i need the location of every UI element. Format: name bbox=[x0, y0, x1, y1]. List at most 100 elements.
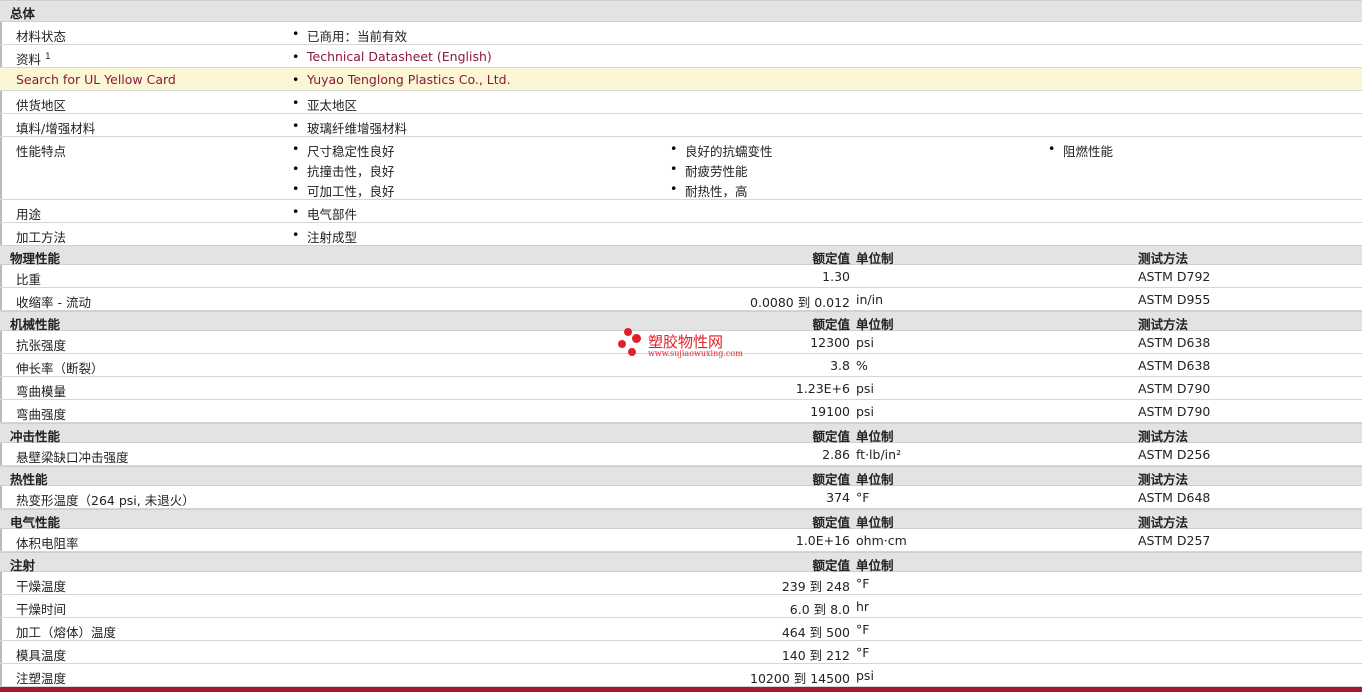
row-value: 3.8 bbox=[830, 358, 850, 373]
row-label: 干燥温度 bbox=[16, 579, 67, 594]
row-label: 悬壁梁缺口冲击强度 bbox=[16, 450, 129, 465]
row-unit: hr bbox=[856, 599, 870, 614]
row-value: 239 到 248 bbox=[781, 579, 850, 594]
row-label: 材料状态 bbox=[16, 29, 67, 44]
table-row: 模具温度 140 到 212 °F bbox=[0, 641, 1362, 664]
row-label: 填料/增强材料 bbox=[16, 121, 96, 136]
table-row: 收缩率 - 流动 0.0080 到 0.012 in/in ASTM D955 bbox=[0, 288, 1362, 311]
row-value: 464 到 500 bbox=[781, 625, 850, 640]
row-value: 电气部件 bbox=[292, 204, 357, 223]
row-label: 注塑温度 bbox=[16, 671, 67, 686]
section-impact: 冲击性能 额定值 单位制 测试方法 bbox=[0, 423, 1362, 444]
row-value: 374 bbox=[826, 490, 850, 505]
row-test-method: ASTM D638 bbox=[1138, 335, 1211, 350]
table-row: 弯曲强度 19100 psi ASTM D790 bbox=[0, 400, 1362, 423]
feature-item: 耐热性，高 bbox=[670, 181, 747, 200]
row-material-status: 材料状态 已商用：当前有效 bbox=[0, 22, 1362, 45]
row-value: 6.0 到 8.0 bbox=[789, 602, 850, 617]
row-label: 弯曲强度 bbox=[16, 407, 67, 422]
row-uses: 用途 电气部件 bbox=[0, 200, 1362, 223]
row-label: 体积电阻率 bbox=[16, 536, 79, 551]
row-value: 注射成型 bbox=[292, 227, 357, 246]
table-row: 热变形温度（264 psi, 未退火） 374 °F ASTM D648 bbox=[0, 486, 1362, 509]
row-test-method: ASTM D256 bbox=[1138, 447, 1211, 462]
ul-yellow-card-link[interactable]: Search for UL Yellow Card bbox=[16, 72, 176, 87]
row-unit: ft·lb/in² bbox=[856, 447, 902, 462]
row-unit: °F bbox=[856, 645, 870, 660]
row-label: 伸长率（断裂） bbox=[16, 361, 104, 376]
row-label: 性能特点 bbox=[16, 144, 67, 159]
row-documents: 资料 1 Technical Datasheet (English) bbox=[0, 45, 1362, 68]
row-value: 1.0E+16 bbox=[795, 533, 850, 548]
row-value: 1.30 bbox=[822, 269, 850, 284]
row-unit: in/in bbox=[856, 292, 884, 307]
row-value: 亚太地区 bbox=[292, 95, 357, 114]
row-value: 10200 到 14500 bbox=[750, 671, 850, 686]
row-label: 资料 1 bbox=[16, 51, 51, 67]
row-label: 抗张强度 bbox=[16, 338, 67, 353]
row-test-method: ASTM D790 bbox=[1138, 404, 1211, 419]
row-label: 加工（熔体）温度 bbox=[16, 625, 117, 640]
row-unit: °F bbox=[856, 622, 870, 637]
row-unit: % bbox=[856, 358, 868, 373]
row-test-method: ASTM D955 bbox=[1138, 292, 1211, 307]
row-unit: °F bbox=[856, 576, 870, 591]
section-general: 总体 bbox=[0, 0, 1362, 22]
row-unit: °F bbox=[856, 490, 870, 505]
row-process: 加工方法 注射成型 bbox=[0, 223, 1362, 245]
row-test-method: ASTM D648 bbox=[1138, 490, 1211, 505]
row-test-method: ASTM D257 bbox=[1138, 533, 1211, 548]
feature-item: 抗撞击性，良好 bbox=[292, 161, 394, 180]
row-unit: ohm·cm bbox=[856, 533, 907, 548]
row-value: 19100 bbox=[810, 404, 850, 419]
row-test-method: ASTM D792 bbox=[1138, 269, 1211, 284]
section-thermal: 热性能 额定值 单位制 测试方法 bbox=[0, 466, 1362, 487]
row-label: 收缩率 - 流动 bbox=[16, 295, 91, 310]
row-label: 加工方法 bbox=[16, 230, 67, 245]
row-unit: psi bbox=[856, 381, 874, 396]
row-ul-yellow-card: Search for UL Yellow Card Yuyao Tenglong… bbox=[0, 68, 1362, 91]
row-label: 热变形温度（264 psi, 未退火） bbox=[16, 493, 195, 508]
row-value: 12300 bbox=[810, 335, 850, 350]
row-label: 干燥时间 bbox=[16, 602, 67, 617]
table-row: 体积电阻率 1.0E+16 ohm·cm ASTM D257 bbox=[0, 529, 1362, 552]
row-unit: psi bbox=[856, 335, 874, 350]
technical-datasheet-link[interactable]: Technical Datasheet (English) bbox=[292, 49, 492, 64]
feature-item: 耐疲劳性能 bbox=[670, 161, 747, 180]
table-row: 干燥温度 239 到 248 °F bbox=[0, 572, 1362, 595]
row-value: 0.0080 到 0.012 bbox=[750, 295, 850, 310]
row-label: 比重 bbox=[16, 272, 42, 287]
table-row: 加工（熔体）温度 464 到 500 °F bbox=[0, 618, 1362, 641]
row-value: 2.86 bbox=[822, 447, 850, 462]
row-unit: psi bbox=[856, 404, 874, 419]
supplier-link[interactable]: Yuyao Tenglong Plastics Co., Ltd. bbox=[292, 72, 511, 87]
row-value: 1.23E+6 bbox=[795, 381, 850, 396]
table-row: 干燥时间 6.0 到 8.0 hr bbox=[0, 595, 1362, 618]
table-row: 比重 1.30 ASTM D792 bbox=[0, 265, 1362, 288]
datasheet: 总体 材料状态 已商用：当前有效 资料 1 Technical Datashee… bbox=[0, 0, 1362, 692]
row-label: 模具温度 bbox=[16, 648, 67, 663]
row-label: 用途 bbox=[16, 207, 42, 222]
row-test-method: ASTM D638 bbox=[1138, 358, 1211, 373]
feature-item: 阻燃性能 bbox=[1048, 141, 1113, 160]
section-title: 总体 bbox=[10, 6, 36, 21]
table-row: 弯曲模量 1.23E+6 psi ASTM D790 bbox=[0, 377, 1362, 400]
row-filler: 填料/增强材料 玻璃纤维增强材料 bbox=[0, 114, 1362, 137]
row-region: 供货地区 亚太地区 bbox=[0, 91, 1362, 114]
row-label: 供货地区 bbox=[16, 98, 67, 113]
row-value: 140 到 212 bbox=[781, 648, 850, 663]
section-physical: 物理性能 额定值 单位制 测试方法 bbox=[0, 245, 1362, 266]
row-unit: psi bbox=[856, 668, 874, 683]
footer-bar bbox=[0, 687, 1362, 692]
table-row: 悬壁梁缺口冲击强度 2.86 ft·lb/in² ASTM D256 bbox=[0, 443, 1362, 466]
feature-item: 可加工性，良好 bbox=[292, 181, 394, 200]
row-value: 玻璃纤维增强材料 bbox=[292, 118, 407, 137]
watermark-logo: 塑胶物性网 www.sujiaowuxing.com bbox=[618, 328, 748, 362]
row-test-method: ASTM D790 bbox=[1138, 381, 1211, 396]
watermark-url: www.sujiaowuxing.com bbox=[648, 349, 743, 358]
section-injection: 注射 额定值 单位制 bbox=[0, 552, 1362, 573]
section-electrical: 电气性能 额定值 单位制 测试方法 bbox=[0, 509, 1362, 530]
feature-item: 尺寸稳定性良好 bbox=[292, 141, 394, 160]
row-value: 已商用：当前有效 bbox=[292, 26, 407, 45]
feature-item: 良好的抗蠕变性 bbox=[670, 141, 772, 160]
